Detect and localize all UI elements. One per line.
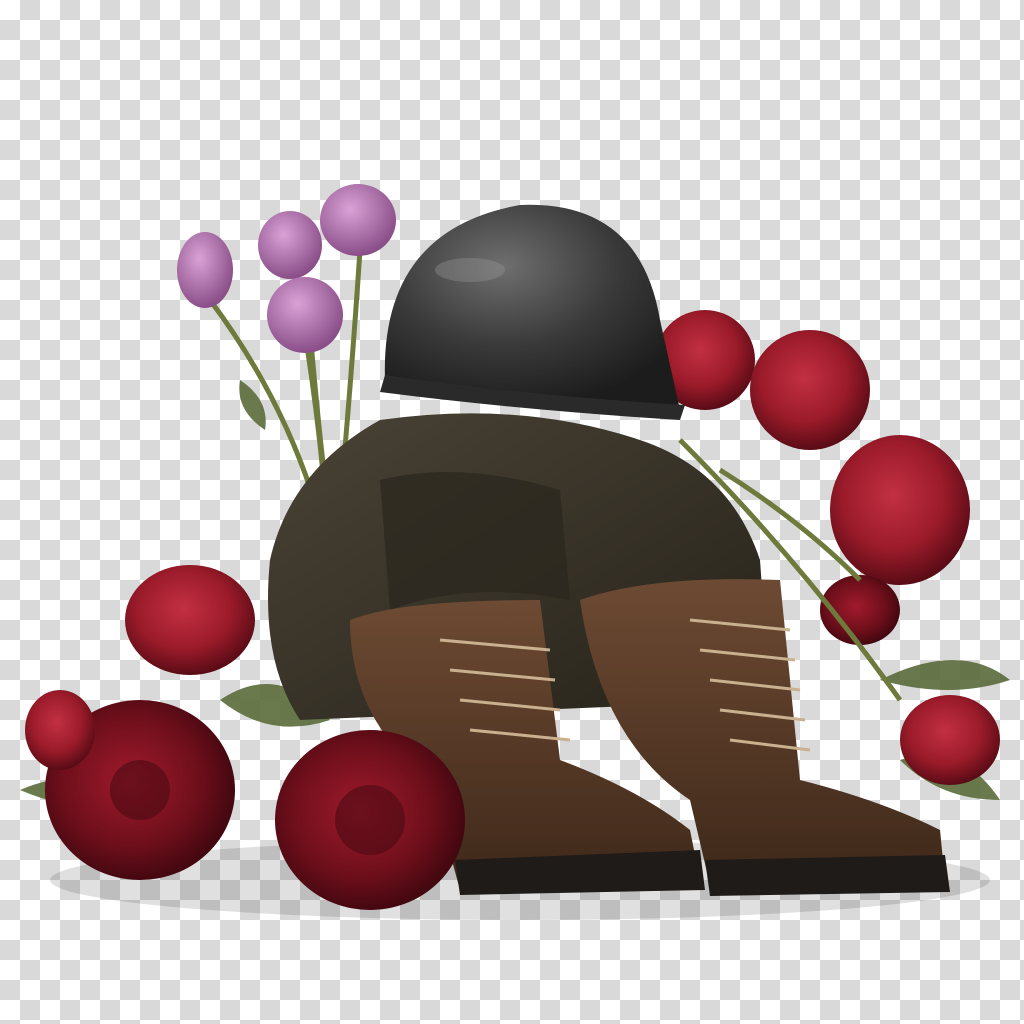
- purple-roses: [177, 184, 396, 353]
- helmet: [380, 204, 685, 420]
- front-red-rose: [275, 730, 465, 910]
- red-roses-left: [25, 565, 255, 880]
- uniform-fold: [380, 472, 570, 610]
- memorial-scene: [20, 184, 1010, 920]
